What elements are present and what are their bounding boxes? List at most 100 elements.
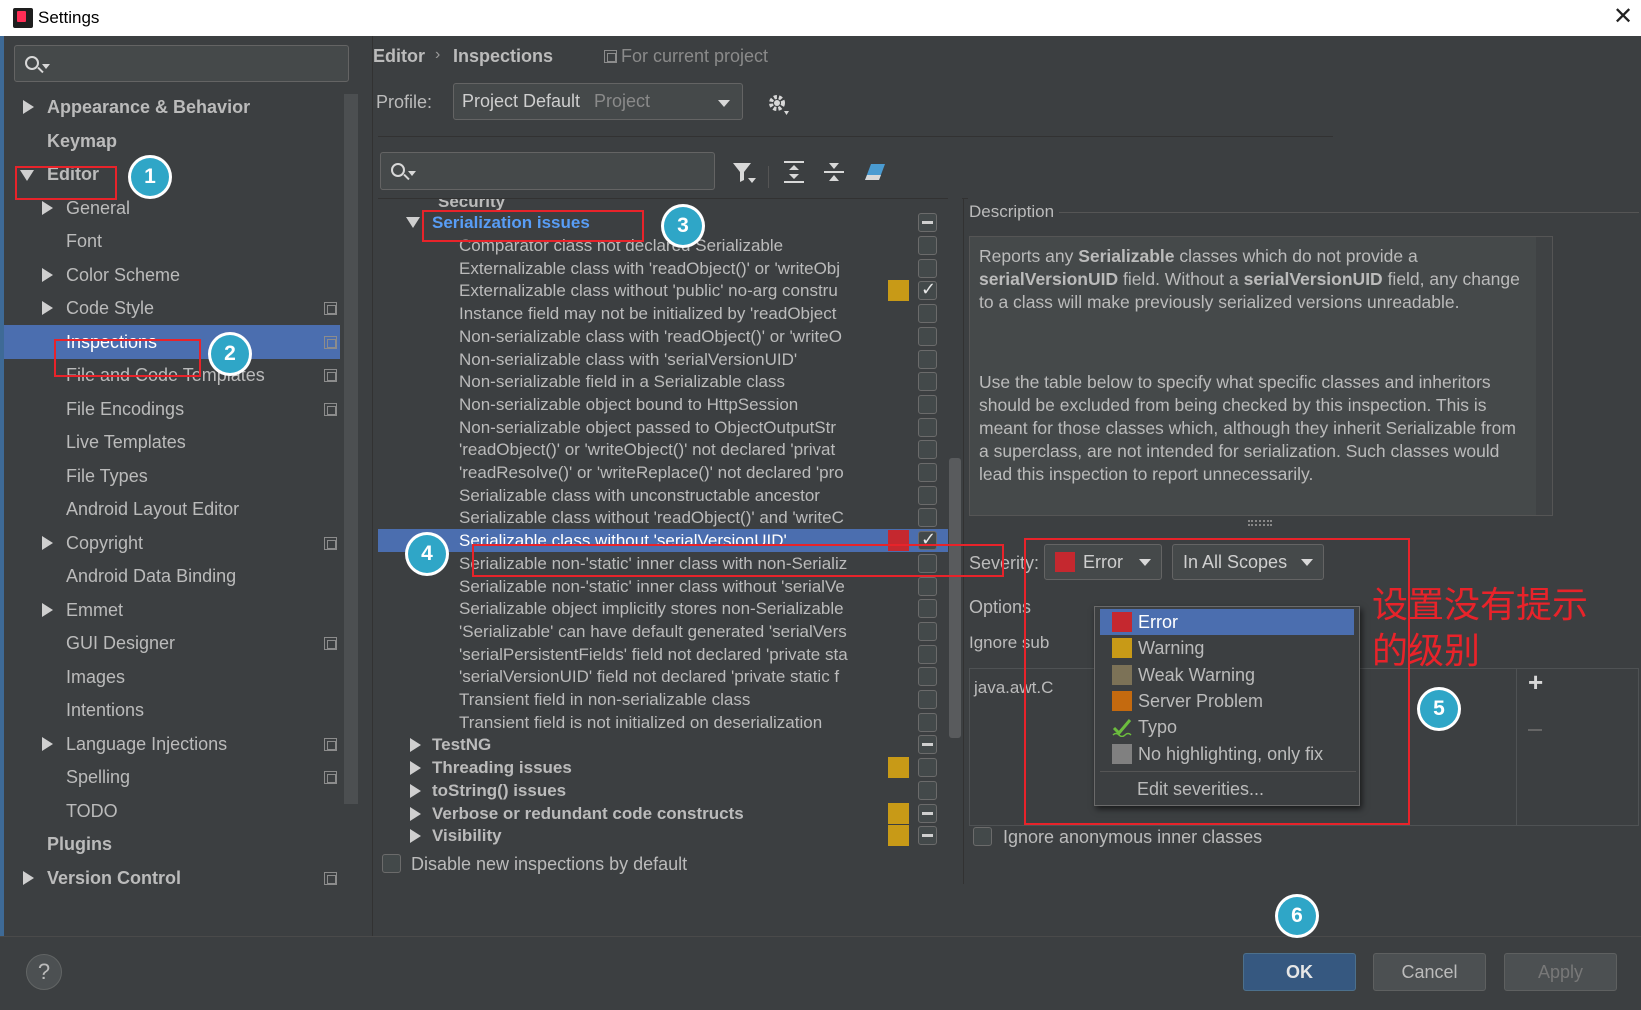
- group-checkbox[interactable]: [918, 213, 937, 232]
- inspection-row[interactable]: Serializable class with unconstructable …: [378, 484, 948, 507]
- expand-arrow-icon[interactable]: [42, 301, 53, 315]
- inspection-row[interactable]: Instance field may not be initialized by…: [378, 302, 948, 325]
- sidebar-item-font[interactable]: Font: [4, 224, 340, 258]
- inspection-row[interactable]: 'serialVersionUID' field not declared 'p…: [378, 665, 948, 688]
- inspection-checkbox[interactable]: [918, 417, 937, 437]
- inspection-row[interactable]: Non-serializable class with 'readObject(…: [378, 325, 948, 348]
- inspection-row[interactable]: Transient field in non-serializable clas…: [378, 688, 948, 711]
- inspection-checkbox[interactable]: [918, 758, 937, 778]
- sidebar-item-color-scheme[interactable]: Color Scheme: [4, 258, 340, 292]
- sidebar-item-emmet[interactable]: Emmet: [4, 593, 340, 627]
- add-class-button[interactable]: +: [1528, 669, 1543, 695]
- inspection-checkbox[interactable]: [918, 485, 937, 505]
- inspection-row[interactable]: 'Serializable' can have default generate…: [378, 620, 948, 643]
- inspection-checkbox[interactable]: [918, 780, 937, 800]
- sidebar-item-spelling[interactable]: Spelling: [4, 760, 340, 794]
- ok-button[interactable]: OK: [1243, 953, 1356, 991]
- inspection-checkbox[interactable]: [918, 735, 937, 755]
- disable-new-inspections-checkbox[interactable]: [382, 854, 401, 873]
- inspection-row[interactable]: Serializable object implicitly stores no…: [378, 597, 948, 620]
- sidebar-item-file-encodings[interactable]: File Encodings: [4, 392, 340, 426]
- expand-all-icon[interactable]: [783, 160, 805, 184]
- inspection-row[interactable]: Externalizable class without 'public' no…: [378, 279, 948, 302]
- description-scrollbar[interactable]: [1536, 237, 1552, 515]
- inspection-checkbox[interactable]: [918, 394, 937, 414]
- inspection-checkbox[interactable]: [918, 304, 937, 324]
- inspection-row[interactable]: Non-serializable class with 'serialVersi…: [378, 348, 948, 371]
- sidebar-item-plugins[interactable]: Plugins: [4, 827, 340, 861]
- inspection-row[interactable]: Serializable class without 'readObject()…: [378, 506, 948, 529]
- inspection-row[interactable]: Non-serializable object passed to Object…: [378, 416, 948, 439]
- expand-arrow-icon[interactable]: [410, 783, 421, 798]
- inspection-search-input[interactable]: [380, 152, 715, 190]
- collapse-all-icon[interactable]: [823, 160, 845, 184]
- inspection-group[interactable]: Verbose or redundant code constructs: [378, 802, 948, 825]
- sidebar-item-keymap[interactable]: Keymap: [4, 124, 340, 158]
- expand-arrow-icon[interactable]: [23, 870, 34, 885]
- inspection-row[interactable]: Non-serializable object bound to HttpSes…: [378, 393, 948, 416]
- inspection-checkbox[interactable]: [918, 372, 937, 392]
- expand-arrow-icon[interactable]: [42, 267, 53, 282]
- inspection-row[interactable]: Externalizable class with 'readObject()'…: [378, 257, 948, 280]
- sidebar-item-appearance-behavior[interactable]: Appearance & Behavior: [4, 90, 340, 124]
- inspection-checkbox[interactable]: [918, 803, 937, 823]
- gear-icon[interactable]: [766, 92, 789, 115]
- sidebar-search-input[interactable]: [14, 45, 349, 82]
- apply-button[interactable]: Apply: [1504, 953, 1617, 991]
- inspection-checkbox[interactable]: [918, 712, 937, 732]
- sidebar-item-gui-designer[interactable]: GUI Designer: [4, 626, 340, 660]
- sidebar-item-code-style[interactable]: Code Style: [4, 291, 340, 325]
- inspection-group[interactable]: TestNG: [378, 733, 948, 756]
- inspection-row[interactable]: Non-serializable field in a Serializable…: [378, 370, 948, 393]
- help-button[interactable]: ?: [26, 954, 62, 990]
- sidebar-item-live-templates[interactable]: Live Templates: [4, 425, 340, 459]
- filter-icon[interactable]: [731, 160, 756, 184]
- inspection-row[interactable]: Serializable non-'static' inner class wi…: [378, 575, 948, 598]
- reset-eraser-icon[interactable]: [863, 162, 887, 184]
- sidebar-item-version-control[interactable]: Version Control: [4, 861, 340, 895]
- sidebar-item-android-layout-editor[interactable]: Android Layout Editor: [4, 492, 340, 526]
- inspection-checkbox[interactable]: [918, 279, 937, 301]
- expand-arrow-icon[interactable]: [410, 806, 421, 821]
- inspection-checkbox[interactable]: [918, 576, 937, 596]
- sidebar-scrollbar[interactable]: [344, 94, 358, 804]
- inspection-checkbox[interactable]: [918, 644, 937, 664]
- inspection-checkbox[interactable]: [918, 258, 937, 278]
- expand-arrow-icon[interactable]: [410, 761, 421, 776]
- sidebar-item-intentions[interactable]: Intentions: [4, 693, 340, 727]
- inspection-row[interactable]: 'readObject()' or 'writeObject()' not de…: [378, 438, 948, 461]
- inspection-row[interactable]: 'serialPersistentFields' field not decla…: [378, 643, 948, 666]
- expand-arrow-icon[interactable]: [42, 736, 53, 751]
- expand-arrow-icon[interactable]: [42, 602, 53, 617]
- expand-arrow-icon[interactable]: [42, 535, 53, 550]
- inspection-checkbox[interactable]: [918, 621, 937, 641]
- inspection-checkbox[interactable]: [918, 508, 937, 528]
- close-icon[interactable]: ✕: [1610, 4, 1636, 30]
- expand-arrow-icon[interactable]: [410, 738, 421, 753]
- inspection-checkbox[interactable]: [918, 690, 937, 709]
- sidebar-item-android-data-binding[interactable]: Android Data Binding: [4, 559, 340, 593]
- sidebar-item-todo[interactable]: TODO: [4, 794, 340, 828]
- inspection-group[interactable]: Threading issues: [378, 756, 948, 779]
- inspection-checkbox[interactable]: [918, 599, 937, 619]
- sidebar-item-images[interactable]: Images: [4, 660, 340, 694]
- tree-scrollbar[interactable]: [948, 198, 962, 884]
- expand-arrow-icon[interactable]: [23, 100, 34, 114]
- inspection-group[interactable]: toString() issues: [378, 779, 948, 802]
- inspection-checkbox[interactable]: [918, 236, 937, 255]
- expand-arrow-icon[interactable]: [42, 200, 53, 215]
- sidebar-item-copyright[interactable]: Copyright: [4, 526, 340, 560]
- expand-arrow-icon[interactable]: [410, 829, 421, 844]
- inspection-checkbox[interactable]: [918, 440, 937, 460]
- sidebar-item-language-injections[interactable]: Language Injections: [4, 727, 340, 761]
- collapse-arrow-icon[interactable]: [406, 217, 420, 228]
- splitter-handle[interactable]: [1248, 520, 1272, 526]
- inspection-checkbox[interactable]: [918, 463, 937, 482]
- inspection-row[interactable]: 'readResolve()' or 'writeReplace()' not …: [378, 461, 948, 484]
- cancel-button[interactable]: Cancel: [1373, 953, 1486, 991]
- breadcrumb-editor[interactable]: Editor: [373, 45, 425, 67]
- ignore-anonymous-checkbox[interactable]: [973, 827, 992, 846]
- remove-class-button[interactable]: [1528, 729, 1542, 731]
- inspection-checkbox[interactable]: [918, 667, 937, 687]
- inspection-checkbox[interactable]: [918, 826, 937, 846]
